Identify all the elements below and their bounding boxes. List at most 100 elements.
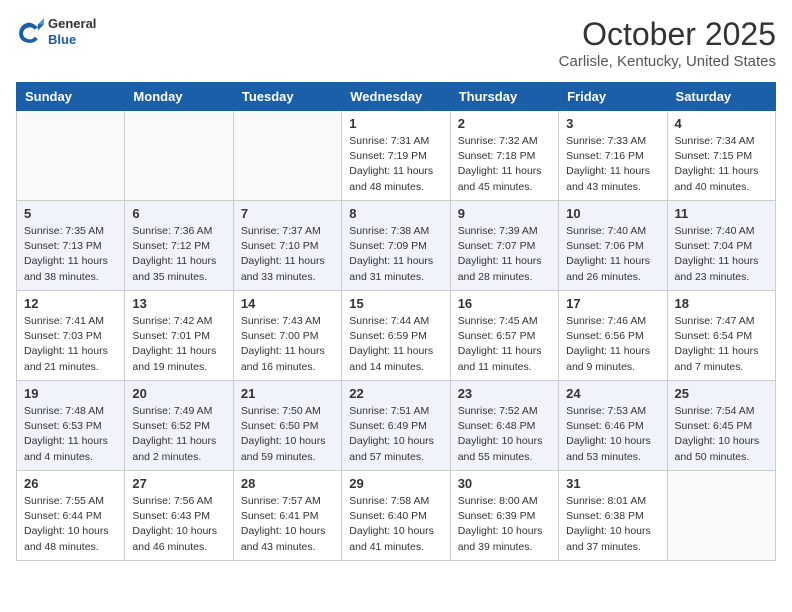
table-row: 26 Sunrise: 7:55 AM Sunset: 6:44 PM Dayli… (17, 471, 125, 561)
day-info: Sunrise: 7:52 AM Sunset: 6:48 PM Dayligh… (458, 404, 551, 465)
day-number: 16 (458, 296, 551, 311)
day-number: 7 (241, 206, 334, 221)
table-row: 15Sunrise: 7:44 AM Sunset: 6:59 PM Dayli… (342, 291, 450, 381)
day-number: 20 (132, 386, 225, 401)
day-number: 10 (566, 206, 659, 221)
table-row (125, 111, 233, 201)
header-wednesday: Wednesday (342, 83, 450, 111)
day-number: 13 (132, 296, 225, 311)
day-number: 31 (566, 476, 659, 491)
header-thursday: Thursday (450, 83, 558, 111)
day-number: 6 (132, 206, 225, 221)
day-number: 28 (241, 476, 334, 491)
header-monday: Monday (125, 83, 233, 111)
header-tuesday: Tuesday (233, 83, 341, 111)
day-number: 24 (566, 386, 659, 401)
day-number: 8 (349, 206, 442, 221)
day-info: Sunrise: 7:56 AM Sunset: 6:43 PM Dayligh… (132, 494, 225, 555)
table-row: 17 Sunrise: 7:46 AM Sunset: 6:56 PM Dayli… (559, 291, 667, 381)
logo-text: General Blue (48, 16, 96, 47)
day-number: 18 (675, 296, 768, 311)
day-info: Sunrise: 7:43 AM Sunset: 7:00 PM Dayligh… (241, 314, 334, 375)
table-row (233, 111, 341, 201)
calendar-week-row: 5 Sunrise: 7:35 AM Sunset: 7:13 PM Daylig… (17, 201, 776, 291)
table-row: 12Sunrise: 7:41 AM Sunset: 7:03 PM Dayli… (17, 291, 125, 381)
table-row: 25 Sunrise: 7:54 AM Sunset: 6:45 PM Dayli… (667, 381, 775, 471)
table-row: 18 Sunrise: 7:47 AM Sunset: 6:54 PM Dayli… (667, 291, 775, 381)
table-row: 4 Sunrise: 7:34 AM Sunset: 7:15 PM Daylig… (667, 111, 775, 201)
table-row: 7 Sunrise: 7:37 AM Sunset: 7:10 PM Daylig… (233, 201, 341, 291)
calendar-table: Sunday Monday Tuesday Wednesday Thursday… (16, 82, 776, 561)
table-row: 20Sunrise: 7:49 AM Sunset: 6:52 PM Dayli… (125, 381, 233, 471)
calendar-title: October 2025 (559, 16, 776, 53)
day-number: 29 (349, 476, 442, 491)
day-info: Sunrise: 7:32 AM Sunset: 7:18 PM Dayligh… (458, 134, 551, 195)
table-row: 11 Sunrise: 7:40 AM Sunset: 7:04 PM Dayli… (667, 201, 775, 291)
table-row: 13 Sunrise: 7:42 AM Sunset: 7:01 PM Dayli… (125, 291, 233, 381)
table-row: 16 Sunrise: 7:45 AM Sunset: 6:57 PM Dayli… (450, 291, 558, 381)
day-info: Sunrise: 8:01 AM Sunset: 6:38 PM Dayligh… (566, 494, 659, 555)
day-info: Sunrise: 7:34 AM Sunset: 7:15 PM Dayligh… (675, 134, 768, 195)
day-info: Sunrise: 7:37 AM Sunset: 7:10 PM Dayligh… (241, 224, 334, 285)
day-info: Sunrise: 7:38 AM Sunset: 7:09 PM Dayligh… (349, 224, 442, 285)
day-number: 9 (458, 206, 551, 221)
day-number: 17 (566, 296, 659, 311)
day-info: Sunrise: 7:55 AM Sunset: 6:44 PM Dayligh… (24, 494, 117, 555)
day-info: Sunrise: 7:36 AM Sunset: 7:12 PM Dayligh… (132, 224, 225, 285)
day-info: Sunrise: 7:33 AM Sunset: 7:16 PM Dayligh… (566, 134, 659, 195)
table-row: 29 Sunrise: 7:58 AM Sunset: 6:40 PM Dayli… (342, 471, 450, 561)
day-info: Sunrise: 7:50 AM Sunset: 6:50 PM Dayligh… (241, 404, 334, 465)
day-info: Sunrise: 7:46 AM Sunset: 6:56 PM Dayligh… (566, 314, 659, 375)
table-row: 22Sunrise: 7:51 AM Sunset: 6:49 PM Dayli… (342, 381, 450, 471)
logo-icon (16, 18, 44, 46)
day-info: Sunrise: 7:51 AM Sunset: 6:49 PM Dayligh… (349, 404, 442, 465)
calendar-week-row: 1Sunrise: 7:31 AM Sunset: 7:19 PM Daylig… (17, 111, 776, 201)
day-info: Sunrise: 7:40 AM Sunset: 7:06 PM Dayligh… (566, 224, 659, 285)
table-row: 10 Sunrise: 7:40 AM Sunset: 7:06 PM Dayli… (559, 201, 667, 291)
day-number: 19 (24, 386, 117, 401)
day-info: Sunrise: 7:39 AM Sunset: 7:07 PM Dayligh… (458, 224, 551, 285)
day-number: 4 (675, 116, 768, 131)
day-number: 25 (675, 386, 768, 401)
day-number: 3 (566, 116, 659, 131)
table-row: 27 Sunrise: 7:56 AM Sunset: 6:43 PM Dayli… (125, 471, 233, 561)
table-row: 9 Sunrise: 7:39 AM Sunset: 7:07 PM Daylig… (450, 201, 558, 291)
table-row: 21 Sunrise: 7:50 AM Sunset: 6:50 PM Dayli… (233, 381, 341, 471)
calendar-week-row: 12Sunrise: 7:41 AM Sunset: 7:03 PM Dayli… (17, 291, 776, 381)
day-number: 23 (458, 386, 551, 401)
table-row: 14Sunrise: 7:43 AM Sunset: 7:00 PM Dayli… (233, 291, 341, 381)
day-number: 21 (241, 386, 334, 401)
day-info: Sunrise: 7:58 AM Sunset: 6:40 PM Dayligh… (349, 494, 442, 555)
table-row: 24 Sunrise: 7:53 AM Sunset: 6:46 PM Dayli… (559, 381, 667, 471)
day-info: Sunrise: 7:35 AM Sunset: 7:13 PM Dayligh… (24, 224, 117, 285)
table-row: 5 Sunrise: 7:35 AM Sunset: 7:13 PM Daylig… (17, 201, 125, 291)
day-info: Sunrise: 7:42 AM Sunset: 7:01 PM Dayligh… (132, 314, 225, 375)
table-row: 6 Sunrise: 7:36 AM Sunset: 7:12 PM Daylig… (125, 201, 233, 291)
day-info: Sunrise: 7:53 AM Sunset: 6:46 PM Dayligh… (566, 404, 659, 465)
day-info: Sunrise: 7:48 AM Sunset: 6:53 PM Dayligh… (24, 404, 117, 465)
calendar-week-row: 19 Sunrise: 7:48 AM Sunset: 6:53 PM Dayli… (17, 381, 776, 471)
day-number: 27 (132, 476, 225, 491)
day-info: Sunrise: 7:45 AM Sunset: 6:57 PM Dayligh… (458, 314, 551, 375)
day-info: Sunrise: 7:40 AM Sunset: 7:04 PM Dayligh… (675, 224, 768, 285)
day-number: 26 (24, 476, 117, 491)
logo-blue-text: Blue (48, 32, 96, 48)
weekday-header-row: Sunday Monday Tuesday Wednesday Thursday… (17, 83, 776, 111)
table-row: 23 Sunrise: 7:52 AM Sunset: 6:48 PM Dayli… (450, 381, 558, 471)
day-info: Sunrise: 7:47 AM Sunset: 6:54 PM Dayligh… (675, 314, 768, 375)
table-row: 28 Sunrise: 7:57 AM Sunset: 6:41 PM Dayli… (233, 471, 341, 561)
table-row: 30 Sunrise: 8:00 AM Sunset: 6:39 PM Dayli… (450, 471, 558, 561)
day-number: 15 (349, 296, 442, 311)
table-row (667, 471, 775, 561)
page-header: General Blue October 2025 Carlisle, Kent… (16, 16, 776, 70)
day-info: Sunrise: 7:54 AM Sunset: 6:45 PM Dayligh… (675, 404, 768, 465)
day-number: 30 (458, 476, 551, 491)
calendar-subtitle: Carlisle, Kentucky, United States (559, 53, 776, 70)
day-number: 2 (458, 116, 551, 131)
day-info: Sunrise: 7:57 AM Sunset: 6:41 PM Dayligh… (241, 494, 334, 555)
day-info: Sunrise: 8:00 AM Sunset: 6:39 PM Dayligh… (458, 494, 551, 555)
table-row: 3 Sunrise: 7:33 AM Sunset: 7:16 PM Daylig… (559, 111, 667, 201)
day-number: 11 (675, 206, 768, 221)
day-number: 5 (24, 206, 117, 221)
table-row: 19 Sunrise: 7:48 AM Sunset: 6:53 PM Dayli… (17, 381, 125, 471)
